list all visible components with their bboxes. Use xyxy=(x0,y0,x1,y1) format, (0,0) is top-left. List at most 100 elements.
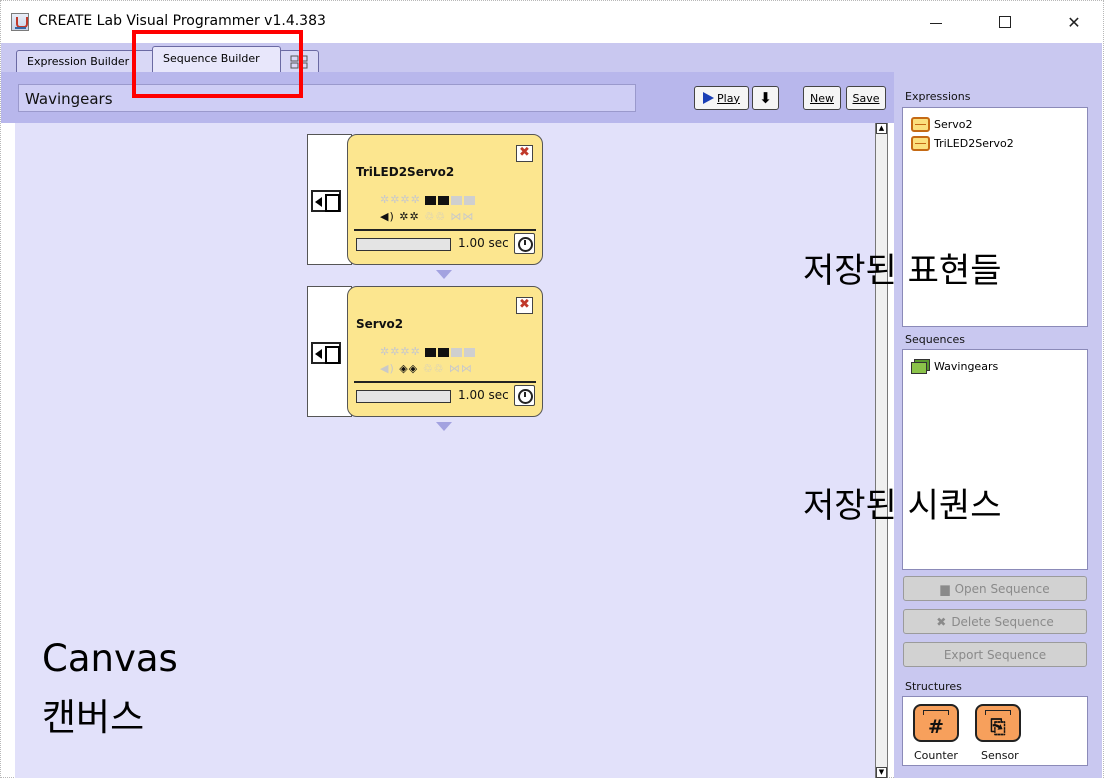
minimize-button[interactable] xyxy=(913,1,959,43)
sequences-annotation: 저장된 시퀀스 xyxy=(803,486,1002,526)
clock-icon[interactable] xyxy=(514,233,535,254)
open-sequence-label: Open Sequence xyxy=(954,581,1050,596)
sequence-step-card[interactable]: ✖ TriLED2Servo2 ✲✲✲✲ ◀) ✲✲ ♲♲ ⋈⋈ 1.00 se… xyxy=(307,134,543,265)
led-icon xyxy=(438,195,450,205)
minimize-icon xyxy=(930,22,942,24)
sequences-list[interactable]: Wavingears xyxy=(902,349,1088,570)
card-side-panel xyxy=(307,134,352,265)
sequence-arrow-icon xyxy=(436,270,452,279)
delete-sequence-button[interactable]: ✖ Delete Sequence xyxy=(903,609,1087,634)
motor-icons: ♲♲ ⋈⋈ xyxy=(422,362,473,375)
led-icon xyxy=(464,347,476,357)
card-divider xyxy=(354,229,536,231)
sequences-header: Sequences xyxy=(905,333,965,346)
card-title: TriLED2Servo2 xyxy=(356,165,455,179)
expressions-header: Expressions xyxy=(905,90,971,103)
list-item-label: Servo2 xyxy=(934,118,973,131)
counter-label: Counter xyxy=(914,749,958,762)
tab-label: Sequence Builder xyxy=(163,52,260,65)
card-device-icons-2: ◀) ◈◈ ♲♲ ⋈⋈ xyxy=(380,362,473,375)
tab-grid-icon xyxy=(290,55,308,69)
card-device-icons-2: ◀) ✲✲ ♲♲ ⋈⋈ xyxy=(380,210,474,223)
triled-icons: ◈◈ xyxy=(399,362,419,375)
sequence-step-card[interactable]: ✖ Servo2 ✲✲✲✲ ◀) ◈◈ ♲♲ ⋈⋈ 1.00 sec xyxy=(307,286,543,417)
export-sequence-label: Export Sequence xyxy=(943,647,1047,662)
sequence-name-field[interactable]: Wavingears xyxy=(18,84,636,112)
delete-icon: ✖ xyxy=(936,614,947,629)
expression-icon xyxy=(911,117,930,132)
led-icon xyxy=(464,195,476,205)
speaker-icon: ◀) xyxy=(380,210,395,223)
expression-card-body[interactable]: ✖ TriLED2Servo2 ✲✲✲✲ ◀) ✲✲ ♲♲ ⋈⋈ 1.00 se… xyxy=(347,134,543,265)
close-icon: ✕ xyxy=(1067,12,1081,32)
structures-header: Structures xyxy=(905,680,962,693)
triled-icons: ✲✲ xyxy=(399,210,420,223)
expressions-list[interactable]: Servo2 TriLED2Servo2 xyxy=(902,107,1088,327)
scroll-down-icon[interactable]: ▼ xyxy=(876,767,887,778)
led-icon xyxy=(425,195,437,205)
sensor-icon: ⎘ xyxy=(990,716,1006,738)
duration-progress xyxy=(356,238,451,251)
led-icon xyxy=(451,195,463,205)
sensor-label: Sensor xyxy=(981,749,1019,762)
open-expression-icon[interactable] xyxy=(311,190,341,212)
tab-sequence-builder[interactable]: Sequence Builder xyxy=(152,46,281,72)
folder-icon: ▆ xyxy=(940,581,950,596)
remove-card-icon[interactable]: ✖ xyxy=(516,145,533,162)
scroll-up-icon[interactable]: ▲ xyxy=(876,123,887,134)
card-divider xyxy=(354,381,536,383)
delete-sequence-label: Delete Sequence xyxy=(951,614,1054,629)
maximize-icon xyxy=(999,16,1011,28)
led-icon xyxy=(451,347,463,357)
play-label: Play xyxy=(717,91,740,105)
remove-card-icon[interactable]: ✖ xyxy=(516,297,533,314)
led-icon xyxy=(438,347,450,357)
canvas-label-en: Canvas xyxy=(42,637,178,680)
expression-card-body[interactable]: ✖ Servo2 ✲✲✲✲ ◀) ◈◈ ♲♲ ⋈⋈ 1.00 sec xyxy=(347,286,543,417)
motor-icons: ♲♲ ⋈⋈ xyxy=(424,210,475,223)
save-button[interactable]: Save xyxy=(846,86,886,110)
expressions-annotation: 저장된 표현들 xyxy=(803,251,1002,291)
led-icon xyxy=(425,347,437,357)
sequence-icon xyxy=(911,359,930,374)
list-item[interactable]: Wavingears xyxy=(911,359,998,374)
clock-icon[interactable] xyxy=(514,385,535,406)
sequence-arrow-icon xyxy=(436,422,452,431)
counter-icon: # xyxy=(928,716,944,738)
duration-label: 1.00 sec xyxy=(458,388,509,402)
servo-icons: ✲✲✲✲ xyxy=(380,345,421,358)
open-expression-icon[interactable] xyxy=(311,342,341,364)
expression-icon xyxy=(911,136,930,151)
list-item-label: TriLED2Servo2 xyxy=(934,137,1014,150)
sensor-button[interactable]: ⎘ xyxy=(975,704,1021,742)
save-label: Save xyxy=(852,91,880,105)
card-device-icons: ✲✲✲✲ xyxy=(380,193,477,206)
tab-expression-builder[interactable]: Expression Builder xyxy=(16,50,156,72)
open-sequence-button[interactable]: ▆ Open Sequence xyxy=(903,576,1087,601)
maximize-button[interactable] xyxy=(982,1,1028,43)
play-button[interactable]: Play xyxy=(694,86,749,110)
list-item-label: Wavingears xyxy=(934,360,999,373)
new-button[interactable]: New xyxy=(803,86,841,110)
close-button[interactable]: ✕ xyxy=(1051,1,1097,43)
sensor-tab-icon xyxy=(985,710,1011,715)
tab-more[interactable] xyxy=(279,50,319,72)
duration-label: 1.00 sec xyxy=(458,236,509,250)
counter-button[interactable]: # xyxy=(913,704,959,742)
tab-strip: Expression Builder Sequence Builder xyxy=(1,43,894,72)
servo-icons: ✲✲✲✲ xyxy=(380,193,421,206)
speaker-icon: ◀) xyxy=(380,362,395,375)
list-item[interactable]: TriLED2Servo2 xyxy=(911,136,1014,151)
export-sequence-button[interactable]: Export Sequence xyxy=(903,642,1087,667)
java-app-icon xyxy=(11,13,29,31)
counter-tab-icon xyxy=(923,710,949,715)
window-title: CREATE Lab Visual Programmer v1.4.383 xyxy=(38,13,326,29)
list-item[interactable]: Servo2 xyxy=(911,117,973,132)
canvas-label-ko: 캔버스 xyxy=(42,696,145,739)
canvas-scrollbar[interactable]: ▲ ▼ xyxy=(875,123,888,778)
title-bar: CREATE Lab Visual Programmer v1.4.383 ✕ xyxy=(1,1,1103,43)
card-side-panel xyxy=(307,286,352,417)
download-button[interactable]: ⬇ xyxy=(752,86,779,110)
card-device-icons: ✲✲✲✲ xyxy=(380,345,477,358)
down-arrow-icon: ⬇ xyxy=(759,89,772,107)
